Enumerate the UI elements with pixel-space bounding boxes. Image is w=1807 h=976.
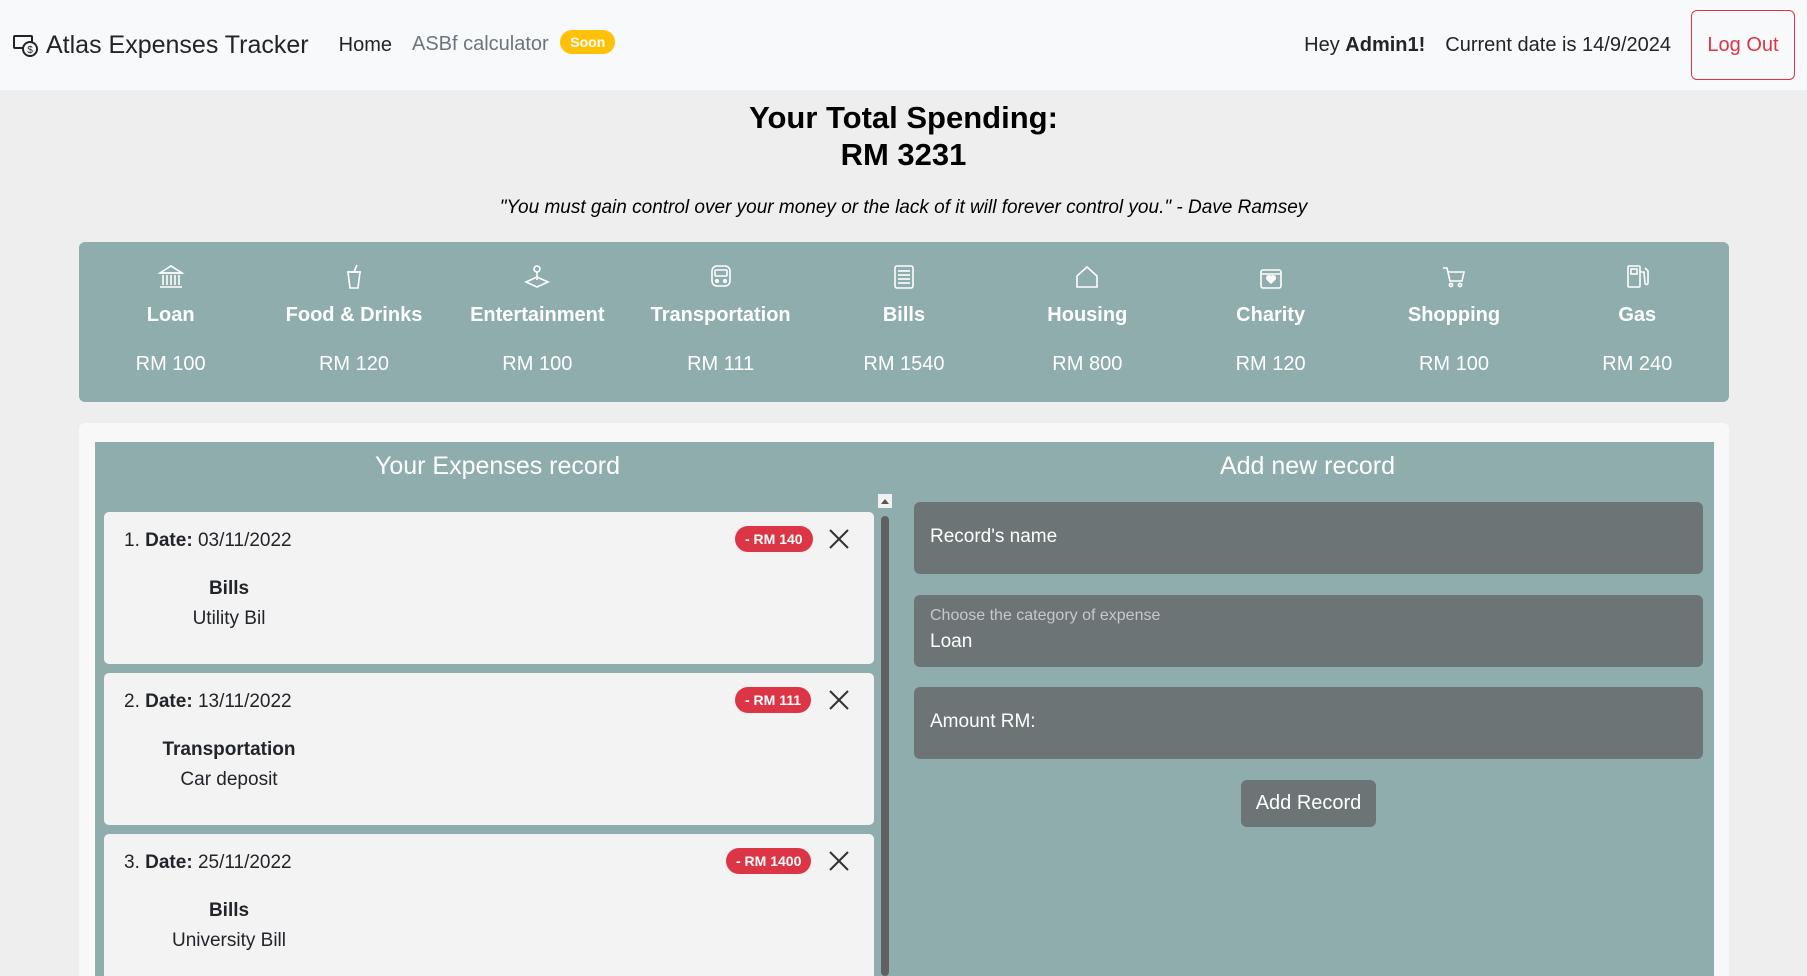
category-select[interactable]: Choose the category of expense Loan (914, 595, 1703, 667)
quote: "You must gain control over your money o… (499, 197, 1308, 218)
category-food-drinks[interactable]: Food & Drinks RM 120 (262, 242, 445, 402)
category-summary-bar: Loan RM 100 Food & Drinks RM 120 Enterta… (79, 242, 1729, 402)
nav-link-home[interactable]: Home (339, 34, 392, 57)
current-date: Current date is 14/9/2024 (1445, 33, 1671, 56)
record-amount-badge: - RM 111 (735, 687, 812, 713)
receipt-icon (889, 262, 919, 292)
page-title: Your Total Spending: (749, 100, 1058, 135)
nav-link-asbf-label: ASBf calculator (411, 33, 549, 55)
record-name-label: Record's name (930, 526, 1058, 547)
category-name: Bills (882, 304, 926, 326)
category-entertainment[interactable]: Entertainment RM 100 (446, 242, 629, 402)
nav-right: Hey Admin1! Current date is 14/9/2024 Lo… (1304, 10, 1795, 80)
close-icon[interactable] (826, 848, 852, 874)
record-date: 13/11/2022 (197, 691, 292, 712)
category-transportation[interactable]: Transportation RM 111 (629, 242, 812, 402)
records-scrollbar[interactable] (876, 492, 894, 976)
cash-coin-icon: $ (12, 31, 40, 59)
amount-label: Amount RM: (930, 711, 1036, 732)
record-category: Transportation (162, 739, 296, 760)
record-name: Car deposit (180, 769, 278, 790)
record-index: 2. (124, 691, 140, 712)
category-amount: RM 100 (502, 353, 573, 375)
scroll-thumb[interactable] (881, 516, 889, 976)
username: Admin1! (1345, 33, 1426, 56)
category-amount: RM 800 (1052, 353, 1123, 375)
category-amount: RM 111 (687, 353, 755, 375)
record-header: 2. Date: 13/11/2022 (124, 691, 292, 713)
record-category: Bills (208, 900, 250, 921)
category-shopping[interactable]: Shopping RM 100 (1362, 242, 1545, 402)
greeting-prefix: Hey (1304, 33, 1340, 56)
scroll-up-icon[interactable] (878, 494, 892, 508)
record-header: 1. Date: 03/11/2022 (124, 530, 292, 552)
record-index: 3. (124, 852, 140, 873)
category-loan[interactable]: Loan RM 100 (79, 242, 262, 402)
records-list: 1. Date: 03/11/2022 - RM 140 Bills Utili… (104, 510, 874, 976)
joystick-icon (522, 262, 552, 292)
category-gas[interactable]: Gas RM 240 (1546, 242, 1729, 402)
category-amount: RM 100 (135, 353, 206, 375)
add-record-button[interactable]: Add Record (1241, 780, 1376, 827)
svg-text:$: $ (27, 45, 33, 56)
fuel-pump-icon (1622, 262, 1652, 292)
record-date-label: Date: (145, 530, 193, 551)
category-amount: RM 120 (318, 353, 389, 375)
record-amount-badge: - RM 1400 (726, 848, 812, 874)
record-date-label: Date: (145, 852, 193, 873)
record-name: University Bill (171, 930, 287, 951)
record-card: 1. Date: 03/11/2022 - RM 140 Bills Utili… (104, 512, 874, 664)
house-icon (1072, 262, 1102, 292)
category-amount: RM 1540 (863, 353, 945, 375)
records-title: Your Expenses record (374, 452, 621, 480)
bank-icon (156, 262, 186, 292)
total-spending: RM 3231 (840, 137, 967, 172)
category-name: Shopping (1407, 304, 1501, 326)
category-bills[interactable]: Bills RM 1540 (812, 242, 995, 402)
add-record-title: Add new record (1219, 452, 1396, 480)
category-name: Housing (1047, 304, 1128, 326)
charity-box-icon (1256, 262, 1286, 292)
record-name: Utility Bil (192, 608, 266, 629)
category-name: Entertainment (470, 304, 605, 326)
train-icon (706, 262, 736, 292)
amount-field[interactable]: Amount RM: (914, 687, 1703, 759)
category-amount: RM 100 (1418, 353, 1489, 375)
close-icon[interactable] (826, 526, 852, 552)
category-name: Transportation (650, 304, 791, 326)
brand-title: Atlas Expenses Tracker (46, 30, 309, 59)
category-amount: RM 120 (1235, 353, 1306, 375)
logout-button[interactable]: Log Out (1691, 10, 1795, 80)
soon-badge: Soon (560, 30, 616, 54)
record-date: 03/11/2022 (197, 530, 292, 551)
cart-icon (1439, 262, 1469, 292)
category-name: Charity (1236, 304, 1306, 326)
record-card: 2. Date: 13/11/2022 - RM 111 Transportat… (104, 673, 874, 825)
category-charity[interactable]: Charity RM 120 (1179, 242, 1362, 402)
category-select-hint: Choose the category of expense (930, 607, 1161, 624)
close-icon[interactable] (826, 687, 852, 713)
record-date-label: Date: (145, 691, 193, 712)
record-name-field[interactable]: Record's name (914, 502, 1703, 574)
nav-link-asbf-calculator[interactable]: ASBf calculator Soon (411, 30, 616, 57)
greeting: Hey Admin1! (1304, 34, 1425, 57)
record-date: 25/11/2022 (197, 852, 292, 873)
record-category: Bills (208, 578, 250, 599)
record-amount-badge: - RM 140 (735, 526, 813, 552)
record-header: 3. Date: 25/11/2022 (124, 852, 292, 874)
brand[interactable]: $ Atlas Expenses Tracker (12, 31, 309, 60)
category-housing[interactable]: Housing RM 800 (996, 242, 1179, 402)
category-name: Food & Drinks (285, 304, 423, 326)
category-name: Loan (146, 304, 195, 326)
record-card: 3. Date: 25/11/2022 - RM 1400 Bills Univ… (104, 834, 874, 976)
category-select-value: Loan (930, 631, 973, 652)
category-name: Gas (1618, 304, 1657, 326)
category-amount: RM 240 (1602, 353, 1673, 375)
record-index: 1. (124, 530, 140, 551)
navbar: $ Atlas Expenses Tracker Home ASBf calcu… (0, 0, 1807, 90)
cup-icon (339, 262, 369, 292)
